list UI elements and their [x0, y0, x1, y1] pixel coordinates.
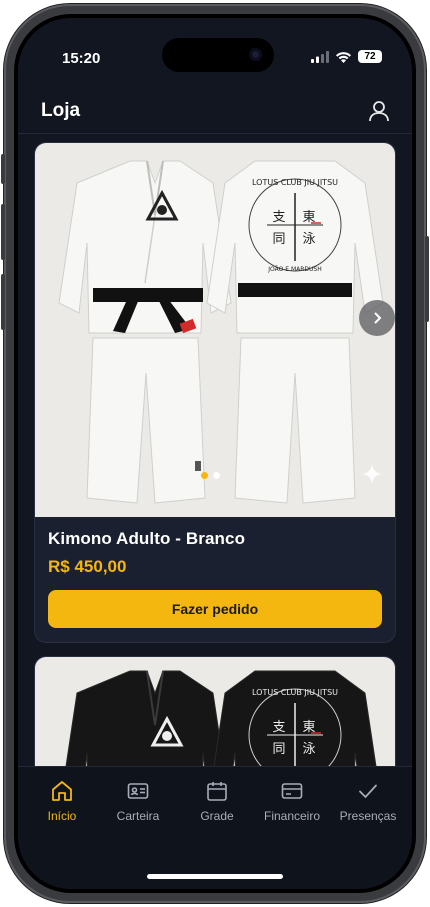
kanji-3: 同	[272, 742, 285, 757]
print-text: LOTUS CLUB JIU JITSU	[252, 688, 338, 697]
tab-grade[interactable]: Grade	[178, 779, 256, 823]
phone-frame: 15:20 72 Loja LOTUS CLUB JIU JITSU JOÃO …	[1, 4, 429, 903]
tab-label: Financeiro	[263, 809, 321, 823]
kanji-1: 支	[272, 210, 285, 225]
camera-icon	[249, 48, 262, 61]
print-text: LOTUS CLUB JIU JITSU	[252, 178, 338, 187]
battery-indicator: 72	[358, 50, 382, 63]
user-icon	[369, 101, 389, 122]
home-indicator[interactable]	[147, 874, 283, 879]
wifi-icon	[336, 51, 351, 63]
tab-carteira[interactable]: Carteira	[99, 779, 177, 823]
tab-label: Grade	[200, 809, 234, 823]
tab-label: Carteira	[116, 809, 160, 823]
carousel-dot[interactable]	[201, 472, 208, 479]
status-time: 15:20	[62, 50, 101, 67]
kanji-1: 支	[272, 720, 285, 735]
cellular-signal-icon	[311, 50, 329, 63]
tab-financeiro[interactable]: Financeiro	[253, 779, 331, 823]
id-card-icon	[127, 783, 149, 799]
power-button	[425, 236, 429, 322]
page-title: Loja	[41, 100, 81, 121]
kanji-4: 泳	[302, 232, 315, 247]
check-icon	[359, 784, 377, 799]
calendar-icon	[207, 782, 227, 801]
bottom-tab-bar: Início Carteira Grade Financeiro Presenç…	[18, 766, 412, 889]
carousel-dots	[201, 472, 220, 479]
credit-card-icon	[281, 783, 303, 799]
volume-down-button	[1, 274, 5, 330]
app-screen: 15:20 72 Loja LOTUS CLUB JIU JITSU JOÃO …	[18, 18, 412, 889]
mute-switch	[1, 154, 5, 184]
app-header: Loja	[18, 88, 412, 134]
product-price: R$ 450,00	[48, 557, 127, 576]
chevron-right-icon	[374, 312, 382, 324]
kimono-white-image: LOTUS CLUB JIU JITSU JOÃO E MARDUSH 支 東 …	[58, 160, 384, 504]
kanji-4: 泳	[302, 742, 315, 757]
profile-button[interactable]	[366, 98, 392, 124]
print-subtext: JOÃO E MARDUSH	[267, 266, 322, 273]
tab-label: Presenças	[339, 809, 397, 823]
product-name: Kimono Adulto - Branco	[48, 529, 246, 548]
home-icon	[52, 781, 72, 801]
kanji-3: 同	[272, 232, 285, 247]
tab-presencas[interactable]: Presenças	[329, 779, 407, 823]
carousel-next-button[interactable]	[359, 300, 395, 336]
sparkle-icon	[362, 464, 382, 484]
product-carousel[interactable]: LOTUS CLUB JIU JITSU JOÃO E MARDUSH 支 東 …	[35, 143, 395, 517]
order-button[interactable]: Fazer pedido	[48, 590, 382, 628]
product-card: LOTUS CLUB JIU JITSU JOÃO E MARDUSH 支 東 …	[34, 142, 396, 643]
volume-up-button	[1, 204, 5, 260]
dynamic-island	[162, 38, 274, 72]
product-info: Kimono Adulto - Branco R$ 450,00 Fazer p…	[35, 517, 395, 642]
tab-label: Início	[47, 809, 77, 823]
carousel-dot[interactable]	[213, 472, 220, 479]
tab-inicio[interactable]: Início	[23, 779, 101, 823]
status-icons: 72	[311, 50, 382, 63]
